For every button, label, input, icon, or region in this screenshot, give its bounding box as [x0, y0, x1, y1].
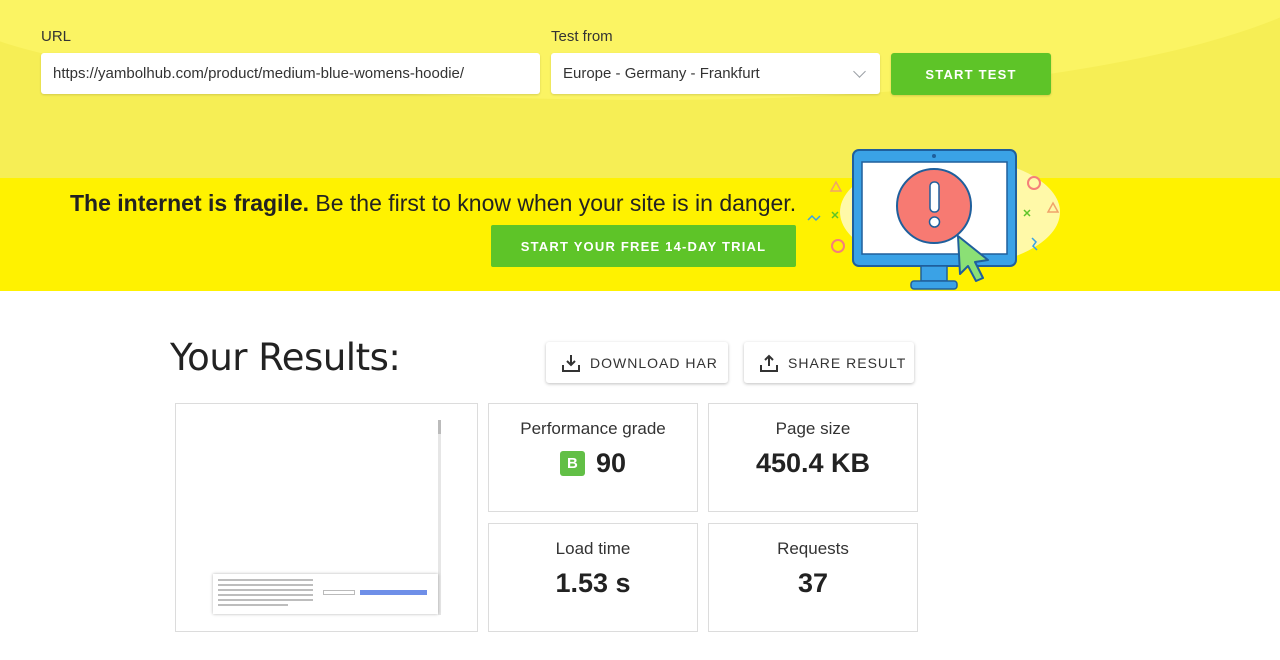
- banner-headline: The internet is fragile. Be the first to…: [70, 190, 796, 217]
- page-size-card: Page size 450.4 KB: [708, 403, 918, 512]
- cookie-banner-preview: [213, 574, 438, 614]
- preview-line: [218, 594, 313, 596]
- preview-line: [218, 604, 288, 606]
- page-size-value: 450.4 KB: [755, 448, 871, 478]
- banner-headline-rest: Be the first to know when your site is i…: [309, 190, 797, 216]
- results-title: Your Results:: [170, 336, 401, 379]
- download-icon: [562, 354, 580, 372]
- screenshot-scroll-thumb: [438, 420, 441, 434]
- preview-preferences-button: [323, 590, 355, 595]
- free-trial-button[interactable]: START YOUR FREE 14-DAY TRIAL: [491, 225, 796, 267]
- preview-line: [218, 599, 313, 601]
- performance-grade-card: Performance grade B 90: [488, 403, 698, 512]
- share-result-label: SHARE RESULT: [788, 354, 907, 371]
- start-test-button[interactable]: START TEST: [891, 53, 1051, 95]
- share-result-button[interactable]: SHARE RESULT: [744, 342, 914, 383]
- preview-line: [218, 584, 313, 586]
- monitor-base: [910, 280, 958, 290]
- monitor-neck: [920, 265, 948, 282]
- triangle-decor-icon: [829, 180, 843, 192]
- exclamation-dot: [928, 216, 941, 228]
- page-screenshot[interactable]: [175, 403, 478, 632]
- cross-decor-icon: [831, 211, 839, 219]
- load-time-value: 1.53 s: [555, 568, 631, 598]
- circle-decor-icon: [831, 239, 845, 253]
- url-input[interactable]: [41, 53, 540, 94]
- grade-badge: B: [559, 451, 585, 476]
- location-select[interactable]: Europe - Germany - Frankfurt: [551, 53, 880, 94]
- load-time-label: Load time: [555, 539, 631, 558]
- requests-label: Requests: [777, 539, 849, 558]
- page-size-label: Page size: [775, 419, 851, 438]
- banner-headline-bold: The internet is fragile.: [70, 190, 309, 216]
- test-bar: URL Test from Europe - Germany - Frankfu…: [0, 0, 1280, 178]
- url-label: URL: [41, 28, 72, 45]
- chevron-down-icon: [853, 64, 866, 78]
- download-har-button[interactable]: DOWNLOAD HAR: [546, 342, 728, 383]
- share-icon: [760, 354, 778, 372]
- performance-grade-value: 90: [595, 448, 627, 478]
- download-har-label: DOWNLOAD HAR: [590, 354, 718, 371]
- load-time-card: Load time 1.53 s: [488, 523, 698, 632]
- screenshot-scrollbar: [438, 420, 441, 615]
- preview-accept-button: [360, 590, 427, 595]
- promo-banner: The internet is fragile. Be the first to…: [0, 178, 1280, 291]
- performance-grade-value-row: B 90: [489, 448, 697, 479]
- preview-line: [218, 579, 313, 581]
- location-label: Test from: [551, 28, 613, 45]
- preview-line: [218, 589, 313, 591]
- requests-card: Requests 37: [708, 523, 918, 632]
- squiggle-decor-icon: [807, 214, 821, 222]
- monitor-camera: [932, 154, 936, 158]
- performance-grade-label: Performance grade: [520, 419, 666, 438]
- location-select-value: Europe - Germany - Frankfurt: [563, 65, 760, 82]
- exclamation-bar: [929, 181, 940, 213]
- alert-monitor-illustration: [807, 149, 1060, 290]
- requests-value: 37: [797, 568, 829, 598]
